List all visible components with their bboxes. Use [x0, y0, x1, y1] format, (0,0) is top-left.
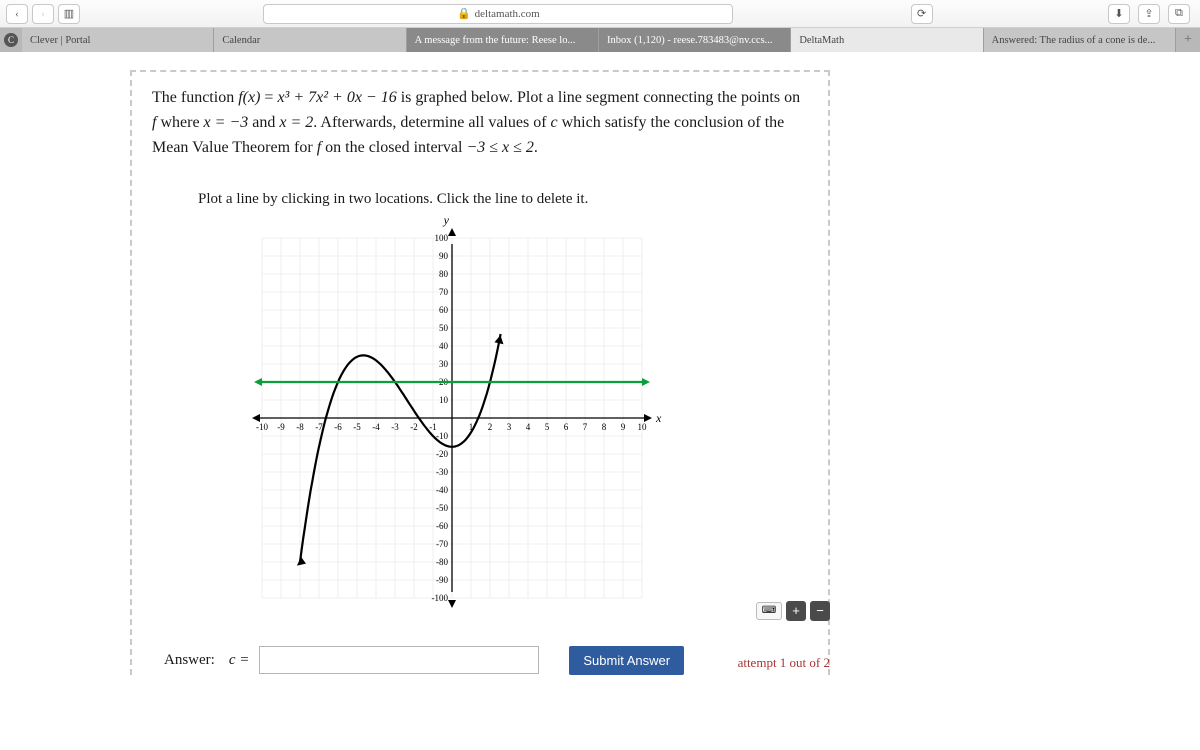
svg-text:x: x: [655, 411, 662, 425]
svg-text:60: 60: [439, 305, 449, 315]
sidebar-button[interactable]: ▥: [58, 4, 80, 24]
tab[interactable]: Calendar: [214, 28, 406, 52]
zoom-in-button[interactable]: +: [786, 601, 806, 621]
svg-text:70: 70: [439, 287, 449, 297]
svg-text:90: 90: [439, 251, 449, 261]
reload-button[interactable]: ⟳: [911, 4, 933, 24]
svg-text:80: 80: [439, 269, 449, 279]
svg-text:-80: -80: [436, 557, 448, 567]
graph-canvas[interactable]: -10-9-8-7-6-5-4-3-2-112345678910-100-90-…: [232, 218, 672, 638]
new-tab-button[interactable]: +: [1176, 28, 1200, 52]
address-bar[interactable]: 🔒 deltamath.com: [263, 4, 733, 24]
tab[interactable]: DeltaMath: [791, 28, 983, 52]
svg-text:-30: -30: [436, 467, 448, 477]
svg-text:10: 10: [638, 422, 648, 432]
svg-text:30: 30: [439, 359, 449, 369]
svg-text:50: 50: [439, 323, 449, 333]
svg-text:4: 4: [526, 422, 531, 432]
favorites-icon[interactable]: C: [0, 28, 22, 52]
svg-text:y: y: [443, 218, 450, 227]
svg-text:-70: -70: [436, 539, 448, 549]
attempt-counter: attempt 1 out of 2: [738, 655, 830, 671]
download-button[interactable]: ⬇: [1108, 4, 1130, 24]
svg-text:-50: -50: [436, 503, 448, 513]
submit-button[interactable]: Submit Answer: [569, 646, 684, 675]
svg-text:5: 5: [545, 422, 550, 432]
svg-text:-10: -10: [256, 422, 268, 432]
svg-text:-2: -2: [410, 422, 418, 432]
tab-strip: C Clever | PortalCalendarA message from …: [0, 28, 1200, 52]
svg-text:-3: -3: [391, 422, 399, 432]
browser-toolbar: ‹ › ▥ 🔒 deltamath.com ⟳ ⬇ ⇪ ⧉: [0, 0, 1200, 28]
tab[interactable]: Clever | Portal: [22, 28, 214, 52]
svg-text:2: 2: [488, 422, 493, 432]
forward-button[interactable]: ›: [32, 4, 54, 24]
svg-text:-9: -9: [277, 422, 285, 432]
url-host: deltamath.com: [475, 8, 540, 20]
lock-icon: 🔒: [457, 7, 471, 20]
share-button[interactable]: ⇪: [1138, 4, 1160, 24]
svg-text:-60: -60: [436, 521, 448, 531]
zoom-out-button[interactable]: −: [810, 601, 830, 621]
tabs-button[interactable]: ⧉: [1168, 4, 1190, 24]
svg-text:10: 10: [439, 395, 449, 405]
answer-var: c =: [229, 649, 250, 672]
problem-statement: The function f(x) = x³ + 7x² + 0x − 16 i…: [130, 70, 830, 675]
keyboard-icon[interactable]: ⌨: [756, 602, 782, 620]
tab[interactable]: Answered: The radius of a cone is de...: [984, 28, 1176, 52]
svg-text:-5: -5: [353, 422, 361, 432]
graph-zoom-controls: ⌨ + −: [756, 601, 830, 621]
svg-text:40: 40: [439, 341, 449, 351]
svg-text:100: 100: [435, 233, 449, 243]
svg-text:6: 6: [564, 422, 569, 432]
svg-text:-20: -20: [436, 449, 448, 459]
svg-text:3: 3: [507, 422, 512, 432]
answer-label: Answer:: [164, 649, 215, 672]
svg-text:-4: -4: [372, 422, 380, 432]
svg-text:-6: -6: [334, 422, 342, 432]
svg-text:8: 8: [602, 422, 607, 432]
answer-input[interactable]: [259, 646, 539, 674]
svg-text:-90: -90: [436, 575, 448, 585]
svg-text:9: 9: [621, 422, 626, 432]
back-button[interactable]: ‹: [6, 4, 28, 24]
svg-text:-40: -40: [436, 485, 448, 495]
svg-text:7: 7: [583, 422, 588, 432]
tab[interactable]: A message from the future: Reese lo...: [407, 28, 599, 52]
svg-text:-8: -8: [296, 422, 304, 432]
graph-instruction: Plot a line by clicking in two locations…: [198, 188, 808, 211]
svg-text:-100: -100: [432, 593, 449, 603]
tab[interactable]: Inbox (1,120) - reese.783483@nv.ccs...: [599, 28, 791, 52]
